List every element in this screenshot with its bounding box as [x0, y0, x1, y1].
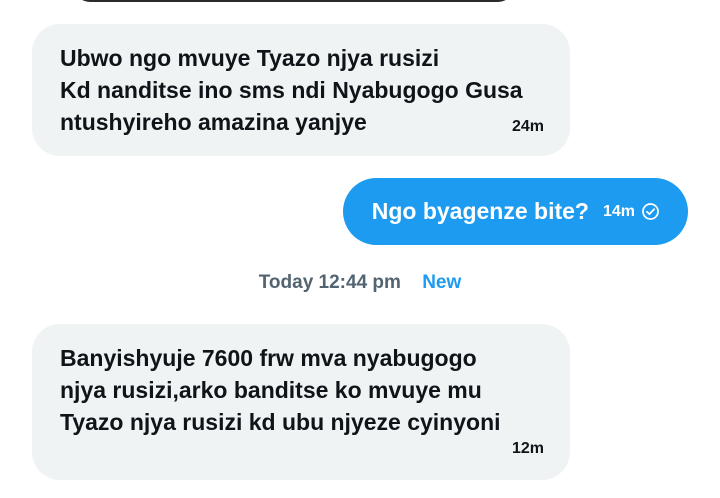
outgoing-message-bubble[interactable]: Ngo byagenze bite? 14m — [342, 178, 688, 245]
incoming-message-bubble[interactable]: Ubwo ngo mvuye Tyazo njya rusizi Kd nand… — [32, 24, 570, 156]
incoming-message-bubble[interactable]: Banyishyuje 7600 frw mva nyabugogo njya … — [32, 324, 570, 480]
new-badge: New — [422, 272, 462, 293]
message-time: 24m — [511, 118, 544, 135]
message-text: Ngo byagenze bite? — [371, 198, 589, 224]
message-time: 12m — [511, 440, 544, 457]
previous-media-attachment[interactable] — [74, 0, 514, 2]
message-text: Ubwo ngo mvuye Tyazo njya rusizi Kd nand… — [60, 45, 523, 135]
separator-timestamp: Today 12:44 pm — [258, 272, 401, 293]
message-time: 14m — [602, 202, 635, 220]
new-messages-separator: Today 12:44 pm New — [0, 272, 720, 294]
sent-check-icon — [642, 203, 659, 220]
message-text: Banyishyuje 7600 frw mva nyabugogo njya … — [60, 345, 501, 435]
